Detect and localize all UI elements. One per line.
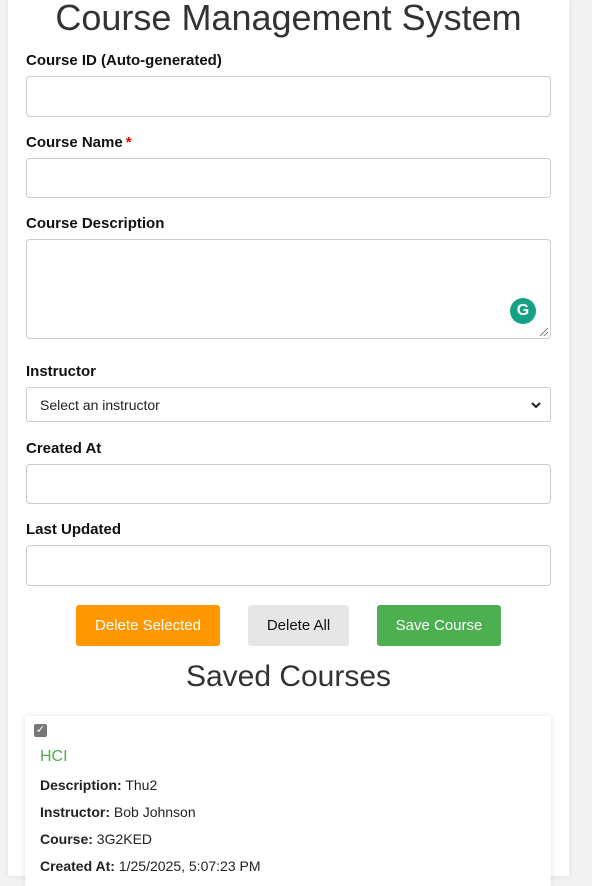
instructor-select-value: Select an instructor: [40, 396, 160, 413]
course-id-field[interactable]: [26, 76, 551, 117]
instructor-label: Instructor: [26, 363, 97, 380]
course-description-label: Course Description: [26, 215, 165, 232]
instructor-value: Bob Johnson: [113, 804, 196, 820]
description-value: Thu2: [125, 777, 158, 793]
last-updated-field[interactable]: [26, 545, 551, 586]
delete-all-button[interactable]: Delete All: [248, 605, 349, 646]
created-at-label: Created At: [26, 440, 102, 457]
course-select-checkbox[interactable]: ✓: [34, 724, 47, 737]
save-course-button[interactable]: Save Course: [377, 605, 501, 646]
course-name-field[interactable]: [26, 158, 551, 198]
course-name-label: Course Name *: [26, 134, 132, 151]
resize-handle-icon[interactable]: [540, 328, 548, 336]
course-created-row: Created At: 1/25/2025, 5:07:23 PM: [40, 858, 261, 874]
delete-selected-button[interactable]: Delete Selected: [76, 605, 220, 646]
required-mark: *: [125, 134, 132, 151]
instructor-row-label: Instructor:: [40, 804, 110, 820]
course-title: HCI: [40, 748, 68, 765]
course-form-card: Course Management System Course ID (Auto…: [8, 0, 569, 886]
course-card: ✓ HCI Description: Thu2 Instructor: Bob …: [25, 716, 551, 886]
course-code-value: 3G2KED: [96, 831, 153, 847]
course-code-label: Course:: [40, 831, 93, 847]
chevron-down-icon: [530, 396, 542, 417]
course-id-label: Course ID (Auto-generated): [26, 52, 222, 69]
course-description-textarea[interactable]: G: [26, 239, 551, 339]
last-updated-label: Last Updated: [26, 521, 122, 538]
course-name-label-text: Course Name: [26, 134, 123, 151]
page-title: Course Management System: [55, 0, 522, 38]
instructor-select[interactable]: Select an instructor: [26, 387, 551, 422]
course-description-row: Description: Thu2: [40, 777, 157, 793]
grammarly-icon[interactable]: G: [510, 298, 536, 324]
created-row-label: Created At:: [40, 858, 115, 874]
course-instructor-row: Instructor: Bob Johnson: [40, 804, 196, 820]
created-at-field[interactable]: [26, 464, 551, 504]
description-label: Description:: [40, 777, 122, 793]
course-code-row: Course: 3G2KED: [40, 831, 152, 847]
created-value: 1/25/2025, 5:07:23 PM: [118, 858, 261, 874]
saved-courses-title: Saved Courses: [185, 660, 392, 693]
